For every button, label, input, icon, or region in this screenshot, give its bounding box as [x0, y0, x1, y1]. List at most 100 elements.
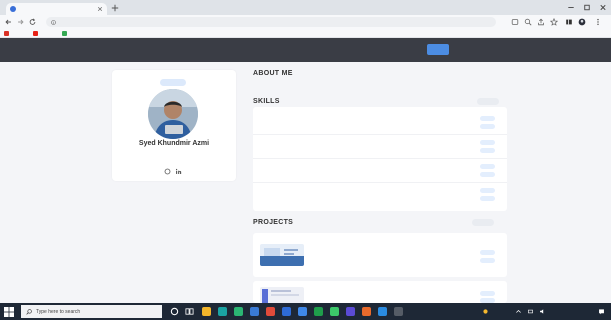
list-item: [253, 111, 507, 135]
edit-skill-button[interactable]: [480, 164, 495, 169]
profile-name: Syed Khundmir Azmi: [138, 140, 210, 147]
about-title: ABOUT ME: [253, 70, 293, 77]
edit-skill-button[interactable]: [480, 140, 495, 145]
delete-skill-button[interactable]: [480, 148, 495, 153]
youtube-icon: [33, 30, 38, 36]
maximize-icon[interactable]: [582, 3, 592, 12]
git-client-icon[interactable]: [362, 307, 371, 316]
task-view-icon[interactable]: [185, 307, 194, 316]
chrome-browser-icon[interactable]: [234, 307, 243, 316]
list-item: [253, 183, 507, 207]
address-bar[interactable]: [46, 17, 496, 27]
browser-menu-icon[interactable]: [594, 18, 602, 26]
whatsapp-icon[interactable]: [330, 307, 339, 316]
close-tab-icon[interactable]: [97, 6, 103, 12]
cortana-icon[interactable]: [170, 307, 179, 316]
sidebar-panel-icon[interactable]: [565, 18, 573, 26]
project-description: [314, 296, 464, 301]
terminal-icon[interactable]: [378, 307, 387, 316]
site-navbar: [0, 38, 611, 62]
skills-title: SKILLS: [253, 98, 280, 105]
delete-skill-button[interactable]: [480, 124, 495, 129]
nav-link-inbox[interactable]: [372, 47, 390, 52]
add-skill-button[interactable]: [477, 98, 499, 105]
volume-icon[interactable]: [539, 308, 546, 315]
search-icon: [26, 308, 32, 315]
tab-title: [19, 7, 94, 12]
project-item: [253, 233, 507, 277]
project-thumbnail[interactable]: [260, 244, 304, 266]
nav-link-projects[interactable]: [343, 47, 361, 52]
add-project-button[interactable]: [472, 219, 494, 226]
vscode-icon[interactable]: [298, 307, 307, 316]
projects-title: PROJECTS: [253, 219, 294, 226]
store-icon[interactable]: [250, 307, 259, 316]
office-icon[interactable]: [266, 307, 275, 316]
list-item: [253, 159, 507, 183]
search-placeholder: Type here to search: [36, 308, 81, 315]
profile-card: Syed Khundmir Azmi: [112, 70, 236, 181]
windows-start-icon[interactable]: [4, 307, 14, 317]
skill-name: [261, 169, 273, 174]
browser-tab[interactable]: [6, 3, 107, 15]
maps-icon: [62, 30, 67, 36]
site-brand-logo[interactable]: [163, 45, 203, 53]
url-text: [59, 20, 119, 25]
edit-project-button[interactable]: [480, 250, 495, 255]
skill-name: [261, 121, 273, 126]
bookmark-label: [11, 31, 25, 36]
linkedin-icon[interactable]: [175, 168, 182, 175]
teams-icon[interactable]: [346, 307, 355, 316]
project-title[interactable]: [314, 249, 374, 254]
bookmarks-bar: [0, 29, 611, 38]
reload-icon[interactable]: [28, 18, 37, 26]
weather-text: [492, 307, 510, 311]
project-item: [253, 281, 507, 303]
bookmark-label: [69, 31, 83, 36]
taskbar-clock[interactable]: [558, 306, 582, 316]
mail-icon[interactable]: [282, 307, 291, 316]
forward-arrow-icon[interactable]: [16, 18, 25, 26]
nav-link-developers[interactable]: [308, 47, 326, 52]
close-window-icon[interactable]: [598, 3, 608, 12]
skill-name: [261, 145, 273, 150]
bookmark-gmail[interactable]: [4, 30, 25, 36]
notifications-icon[interactable]: [598, 308, 605, 315]
project-thumbnail[interactable]: [260, 287, 304, 303]
zoom-icon[interactable]: [524, 18, 532, 26]
bookmark-youtube[interactable]: [33, 30, 54, 36]
about-text: [253, 82, 506, 94]
browser-toolbar: [0, 15, 611, 29]
nav-link-account[interactable]: [398, 47, 416, 52]
bookmark-label: [40, 31, 54, 36]
chevron-up-icon[interactable]: [515, 308, 522, 315]
profile-avatar-icon[interactable]: [578, 18, 586, 26]
bookmark-maps[interactable]: [62, 30, 83, 36]
settings-gear-icon[interactable]: [394, 307, 403, 316]
back-arrow-icon[interactable]: [4, 18, 13, 26]
delete-skill-button[interactable]: [480, 196, 495, 201]
edit-skill-button[interactable]: [480, 116, 495, 121]
edge-browser-icon[interactable]: [218, 307, 227, 316]
new-tab-icon[interactable]: [111, 4, 119, 12]
delete-project-button[interactable]: [480, 258, 495, 263]
weather-icon[interactable]: [482, 308, 489, 315]
excel-icon[interactable]: [314, 307, 323, 316]
avatar: [148, 89, 198, 139]
translate-icon[interactable]: [511, 18, 519, 26]
taskbar-search-input[interactable]: Type here to search: [21, 305, 162, 318]
site-favicon-icon: [10, 6, 16, 12]
github-icon[interactable]: [164, 168, 171, 175]
site-info-icon[interactable]: [51, 19, 56, 25]
file-explorer-icon[interactable]: [202, 307, 211, 316]
minimize-icon[interactable]: [566, 3, 576, 12]
project-title[interactable]: [314, 290, 374, 295]
logout-button[interactable]: [427, 44, 449, 55]
edit-skill-button[interactable]: [480, 188, 495, 193]
network-icon[interactable]: [527, 308, 534, 315]
edit-project-button[interactable]: [480, 291, 495, 296]
gmail-icon: [4, 30, 9, 36]
bookmark-star-icon[interactable]: [550, 18, 558, 26]
delete-skill-button[interactable]: [480, 172, 495, 177]
share-icon[interactable]: [537, 18, 545, 26]
